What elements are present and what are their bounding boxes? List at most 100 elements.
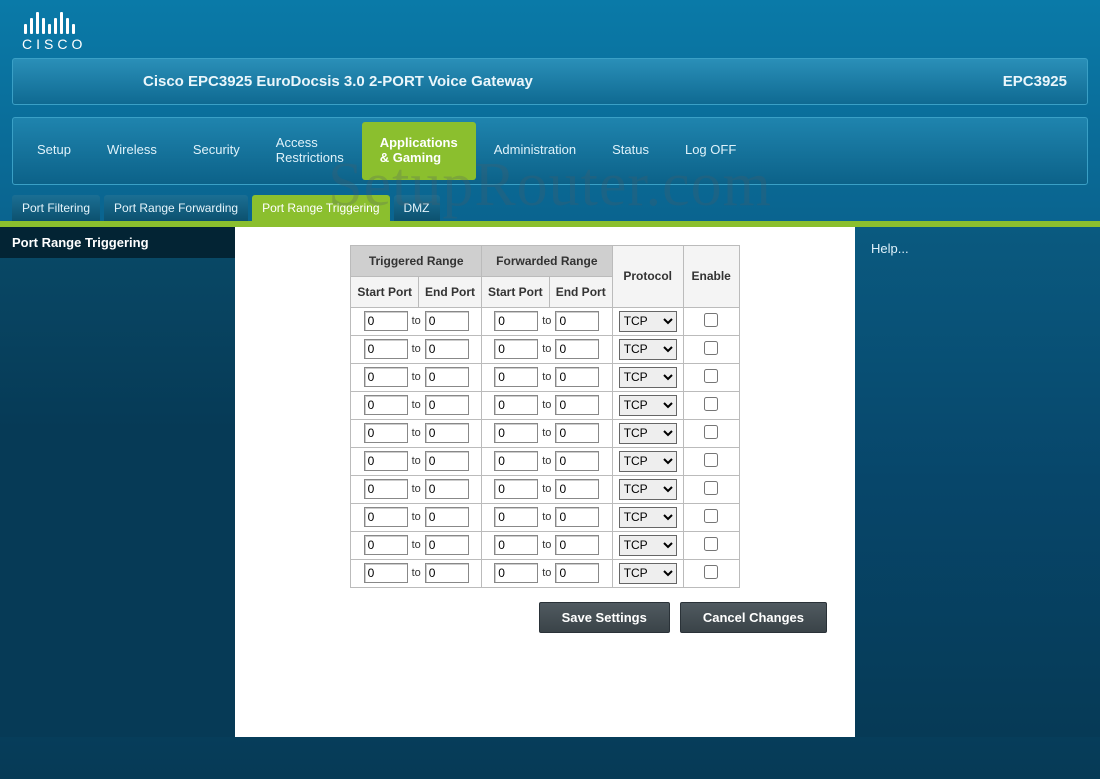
enable-checkbox[interactable]	[704, 565, 718, 579]
protocol-select[interactable]: TCPUDPBoth	[619, 451, 677, 472]
fwd-start-input[interactable]	[494, 339, 538, 359]
nav-item-administration[interactable]: Administration	[476, 122, 594, 180]
th-fwd-start: Start Port	[482, 276, 550, 307]
enable-checkbox[interactable]	[704, 313, 718, 327]
trig-end-input[interactable]	[425, 311, 469, 331]
trig-start-input[interactable]	[364, 451, 408, 471]
fwd-start-input[interactable]	[494, 367, 538, 387]
enable-checkbox[interactable]	[704, 397, 718, 411]
trig-start-input[interactable]	[364, 339, 408, 359]
to-label: to	[412, 567, 421, 579]
trig-end-input[interactable]	[425, 451, 469, 471]
table-row: totoTCPUDPBoth	[351, 447, 739, 475]
protocol-select[interactable]: TCPUDPBoth	[619, 311, 677, 332]
trig-end-input[interactable]	[425, 563, 469, 583]
protocol-select[interactable]: TCPUDPBoth	[619, 423, 677, 444]
help-link[interactable]: Help...	[871, 241, 1084, 256]
fwd-end-input[interactable]	[555, 535, 599, 555]
enable-checkbox[interactable]	[704, 425, 718, 439]
enable-cell	[683, 391, 739, 419]
fwd-start-input[interactable]	[494, 311, 538, 331]
trig-start-input[interactable]	[364, 367, 408, 387]
subtab-port-range-forwarding[interactable]: Port Range Forwarding	[104, 195, 248, 221]
fwd-end-input[interactable]	[555, 479, 599, 499]
save-button[interactable]: Save Settings	[539, 602, 670, 633]
enable-checkbox[interactable]	[704, 509, 718, 523]
port-range-cell: to	[482, 447, 613, 475]
protocol-select[interactable]: TCPUDPBoth	[619, 395, 677, 416]
nav-item-access[interactable]: Access Restrictions	[258, 122, 362, 180]
to-label: to	[542, 343, 551, 355]
trig-end-input[interactable]	[425, 367, 469, 387]
fwd-start-input[interactable]	[494, 451, 538, 471]
nav-item-log[interactable]: Log OFF	[667, 122, 754, 180]
subtab-port-range-triggering[interactable]: Port Range Triggering	[252, 195, 389, 221]
main-area: Port Range Triggering Triggered Range Fo…	[0, 227, 1100, 737]
protocol-select[interactable]: TCPUDPBoth	[619, 339, 677, 360]
to-label: to	[542, 567, 551, 579]
cancel-button[interactable]: Cancel Changes	[680, 602, 827, 633]
fwd-end-input[interactable]	[555, 423, 599, 443]
table-row: to to TCPUDPBoth	[351, 559, 739, 587]
fwd-end-input[interactable]	[555, 395, 599, 415]
fwd-start-input[interactable]	[494, 395, 538, 415]
fwd-end-input[interactable]	[555, 339, 599, 359]
fwd-start-input[interactable]	[494, 479, 538, 499]
trig-start-input[interactable]	[364, 395, 408, 415]
trig-start-input[interactable]	[364, 535, 408, 555]
trig-start-input[interactable]	[364, 479, 408, 499]
trig-start-input[interactable]	[364, 507, 408, 527]
trig-start-input[interactable]	[364, 563, 408, 583]
trig-end-input[interactable]	[425, 395, 469, 415]
table-row: totoTCPUDPBoth	[351, 335, 739, 363]
trig-end-input[interactable]	[425, 535, 469, 555]
enable-checkbox[interactable]	[704, 453, 718, 467]
to-label: to	[412, 539, 421, 551]
enable-checkbox[interactable]	[704, 369, 718, 383]
fwd-start-input[interactable]	[494, 563, 538, 583]
protocol-select[interactable]: TCPUDPBoth	[619, 563, 677, 584]
trig-end-input[interactable]	[425, 479, 469, 499]
protocol-cell: TCPUDPBoth	[612, 475, 683, 503]
trig-start-input[interactable]	[364, 423, 408, 443]
enable-checkbox[interactable]	[704, 537, 718, 551]
nav-item-wireless[interactable]: Wireless	[89, 122, 175, 180]
trig-end-input[interactable]	[425, 507, 469, 527]
protocol-cell: TCPUDPBoth	[612, 559, 683, 587]
fwd-end-input[interactable]	[555, 367, 599, 387]
protocol-cell: TCPUDPBoth	[612, 391, 683, 419]
protocol-select[interactable]: TCPUDPBoth	[619, 507, 677, 528]
subtab-dmz[interactable]: DMZ	[394, 195, 440, 221]
nav-item-status[interactable]: Status	[594, 122, 667, 180]
device-title: Cisco EPC3925 EuroDocsis 3.0 2-PORT Voic…	[33, 73, 533, 90]
port-trigger-table: Triggered Range Forwarded Range Protocol…	[350, 245, 739, 588]
fwd-start-input[interactable]	[494, 423, 538, 443]
fwd-end-input[interactable]	[555, 507, 599, 527]
table-row: totoTCPUDPBoth	[351, 475, 739, 503]
nav-item-applications[interactable]: Applications & Gaming	[362, 122, 476, 180]
protocol-select[interactable]: TCPUDPBoth	[619, 479, 677, 500]
fwd-start-input[interactable]	[494, 535, 538, 555]
trig-end-input[interactable]	[425, 339, 469, 359]
table-row: totoTCPUDPBoth	[351, 531, 739, 559]
protocol-select[interactable]: TCPUDPBoth	[619, 367, 677, 388]
protocol-select[interactable]: TCPUDPBoth	[619, 535, 677, 556]
to-label: to	[542, 399, 551, 411]
fwd-end-input[interactable]	[555, 311, 599, 331]
to-label: to	[412, 371, 421, 383]
fwd-end-input[interactable]	[555, 563, 599, 583]
enable-cell	[683, 419, 739, 447]
fwd-start-input[interactable]	[494, 507, 538, 527]
nav-item-setup[interactable]: Setup	[19, 122, 89, 180]
enable-checkbox[interactable]	[704, 481, 718, 495]
trig-end-input[interactable]	[425, 423, 469, 443]
th-forwarded-range: Forwarded Range	[482, 245, 613, 276]
fwd-end-input[interactable]	[555, 451, 599, 471]
nav-item-security[interactable]: Security	[175, 122, 258, 180]
subtab-port-filtering[interactable]: Port Filtering	[12, 195, 100, 221]
protocol-cell: TCPUDPBoth	[612, 363, 683, 391]
trig-start-input[interactable]	[364, 311, 408, 331]
enable-checkbox[interactable]	[704, 341, 718, 355]
port-range-cell: to	[482, 391, 613, 419]
to-label: to	[542, 315, 551, 327]
